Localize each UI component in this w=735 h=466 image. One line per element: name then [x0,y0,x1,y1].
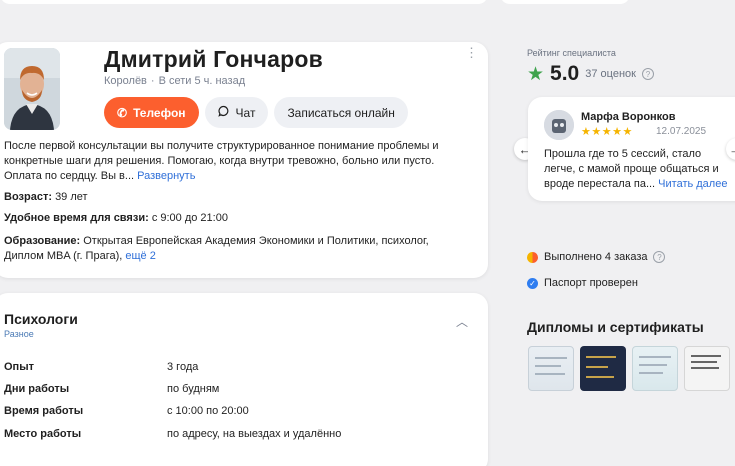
orders-stat: Выполнено 4 заказа ? [527,251,666,263]
reviewer-name: Марфа Воронков [581,111,676,123]
diploma-thumbnail[interactable] [632,346,678,391]
section-subtitle: Разное [4,329,34,339]
phone-icon: ✆ [117,105,128,120]
rating-count[interactable]: 37 оценок [585,68,636,80]
education-label: Образование: [4,235,81,247]
contact-time-label: Удобное время для связи: [4,212,149,224]
review-card[interactable]: Марфа Воронков ★★★★★ 12.07.2025 Прошла г… [528,97,735,201]
diploma-thumbnail[interactable] [580,346,626,391]
question-icon[interactable]: ? [641,68,654,80]
check-icon: ✓ [527,277,538,289]
profile-card: Дмитрий Гончаров Королёв · В сети 5 ч. наз… [0,42,488,278]
detail-value: по будням [167,383,220,395]
detail-key: Дни работы [4,383,70,395]
rating-label: Рейтинг специалиста [527,48,616,58]
detail-value: по адресу, на выездах и удалённо [167,428,342,440]
collapse-chevron-icon[interactable]: ︿ [456,313,468,330]
book-online-label: Записаться онлайн [287,105,395,120]
avatar-photo [4,48,60,130]
contact-time-value: с 9:00 до 21:00 [151,212,228,224]
detail-key: Опыт [4,361,34,373]
action-buttons: ✆ Телефон Чат Записаться онлайн [104,97,408,128]
education-more-link[interactable]: ещё 2 [125,250,155,262]
review-stars-icon: ★★★★★ [581,126,633,138]
rating-star-icon: ★ [527,63,545,85]
age-value: 39 лет [55,191,88,203]
diplomas-title: Дипломы и сертификаты [527,319,704,335]
book-online-button[interactable]: Записаться онлайн [274,97,408,128]
passport-stat: ✓ Паспорт проверен [527,277,638,289]
more-options-icon[interactable]: ⋮ [465,46,478,59]
meta-line: Королёв · В сети 5 ч. назад [104,75,245,87]
detail-value: 3 года [167,361,199,373]
header-remnant [500,0,630,4]
avatar [4,48,60,130]
description: После первой консультации вы получите ст… [4,139,464,184]
orders-icon [527,251,538,263]
contact-time-row: Удобное время для связи: с 9:00 до 21:00 [4,211,464,226]
reviewer-avatar [544,110,574,140]
chat-button[interactable]: Чат [204,97,269,128]
city: Королёв [104,75,147,87]
detail-value: с 10:00 по 20:00 [167,405,249,417]
read-more-link[interactable]: Читать далее [658,178,727,190]
orders-text: Выполнено 4 заказа [544,251,648,263]
search-bar-remnant [0,0,488,4]
passport-text: Паспорт проверен [544,277,638,289]
education-row: Образование: Открытая Европейская Академ… [4,234,464,264]
expand-link[interactable]: Развернуть [137,170,195,182]
review-text-block: Прошла где то 5 сессий, стало легче, с м… [544,147,734,192]
rating-row: ★ 5.0 37 оценок ? [527,62,654,86]
description-text: После первой консультации вы получите ст… [4,140,439,182]
detail-key: Место работы [4,428,82,440]
diploma-thumbnail[interactable] [684,346,730,391]
chat-button-label: Чат [235,105,256,120]
phone-button-label: Телефон [133,105,186,120]
detail-key: Время работы [4,405,84,417]
meta-separator: · [150,75,155,87]
section-title: Психологи [4,311,78,327]
specialist-name: Дмитрий Гончаров [104,46,323,72]
diplomas-gallery [528,346,730,391]
phone-button[interactable]: ✆ Телефон [104,97,199,128]
chat-bubble-icon [217,105,230,120]
question-icon[interactable]: ? [653,251,666,263]
service-section: Психологи Разное ︿ Опыт 3 года Дни работ… [0,293,488,466]
age-label: Возраст: [4,191,52,203]
rating-score: 5.0 [550,62,580,85]
top-strip [0,0,735,6]
online-status: В сети 5 ч. назад [158,75,246,87]
review-date: 12.07.2025 [656,126,707,137]
age-row: Возраст: 39 лет [4,190,464,205]
diploma-thumbnail[interactable] [528,346,574,391]
